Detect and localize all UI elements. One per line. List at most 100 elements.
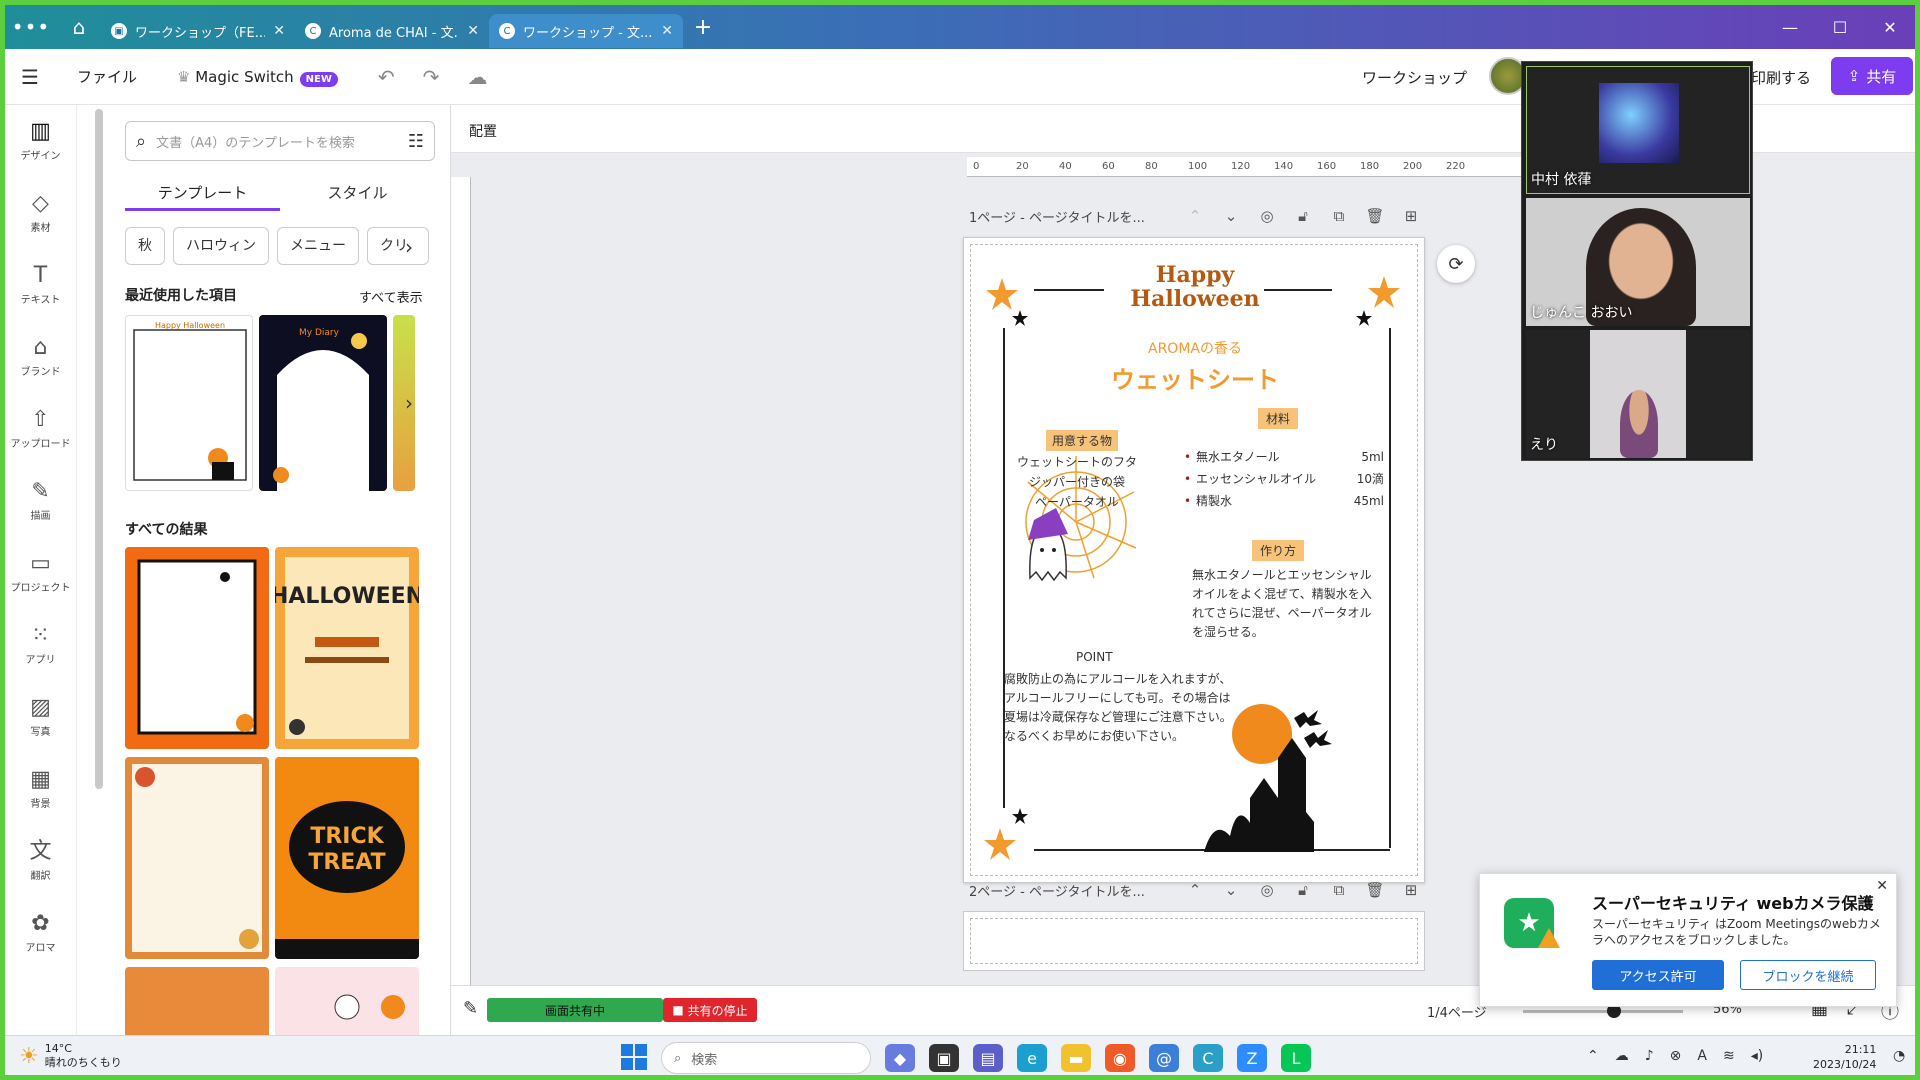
chip-halloween[interactable]: ハロウィン (173, 227, 269, 265)
new-tab-icon[interactable]: + (683, 15, 723, 40)
template-thumbnail[interactable]: HALLOWEEN (275, 547, 419, 749)
redo-icon[interactable]: ↷ (423, 65, 440, 89)
start-icon[interactable] (621, 1044, 647, 1070)
onedrive-icon[interactable]: ☁ (1615, 1048, 1629, 1064)
print-button[interactable]: 印刷する (1751, 67, 1811, 88)
point-text[interactable]: 腐敗防止の為にアルコールを入れますが、 アルコールフリーにしても可。その場合は … (1004, 670, 1254, 746)
chevron-right-icon[interactable]: › (405, 235, 429, 259)
lock-icon[interactable]: 🔓︎ (1285, 881, 1321, 899)
undo-icon[interactable]: ↶ (378, 65, 395, 89)
notification-bell-icon[interactable]: ◔ (1893, 1048, 1905, 1064)
rail-item[interactable]: ✎ 描画 (5, 465, 76, 537)
rail-item[interactable]: ▨ 写真 (5, 681, 76, 753)
template-thumbnail[interactable] (275, 967, 419, 1035)
maximize-icon[interactable]: ☐ (1815, 18, 1865, 37)
clock[interactable]: 21:11 2023/10/24 (1813, 1042, 1876, 1072)
add-page-icon[interactable]: ⊞ (1393, 881, 1429, 899)
materials-list[interactable]: • 無水エタノール 5ml • エッセンシャルオイル 10滴 • 精製水 45ml (1184, 446, 1384, 512)
trash-icon[interactable]: 🗑︎ (1357, 207, 1393, 225)
template-thumbnail[interactable] (125, 967, 269, 1035)
volume-icon[interactable]: ◂) (1751, 1048, 1764, 1064)
flyer-title-line1[interactable]: Happy (964, 262, 1426, 288)
zoom-icon[interactable]: Z (1237, 1044, 1267, 1072)
chevron-up-icon[interactable]: ⌃ (1587, 1048, 1599, 1064)
rail-item[interactable]: ⁙ アプリ (5, 609, 76, 681)
prepare-list[interactable]: ウェットシートのフタ ジッパー付きの袋 ペーパータオル (1002, 452, 1152, 512)
browser-tab[interactable]: C Aroma de CHAI - 文... ✕ (295, 14, 489, 48)
flyer-heading[interactable]: ウェットシート (964, 360, 1426, 395)
template-thumbnail[interactable]: TRICK TREAT (275, 757, 419, 959)
panel-scrollbar[interactable] (95, 109, 103, 789)
terminal-icon[interactable]: ▣ (929, 1044, 959, 1072)
chevron-down-icon[interactable]: ⌄ (1213, 207, 1249, 225)
hide-icon[interactable]: ◎ (1249, 207, 1285, 225)
design-page-2[interactable] (963, 911, 1425, 971)
chip-menu[interactable]: メニュー (277, 227, 359, 265)
zoom-slider[interactable] (1523, 1010, 1683, 1013)
duplicate-icon[interactable]: ⧉ (1321, 881, 1357, 899)
rail-item[interactable]: ⌂ ブランド (5, 321, 76, 393)
ime-icon[interactable]: A (1697, 1048, 1707, 1064)
close-icon[interactable]: ✕ (273, 23, 285, 39)
close-icon[interactable]: ✕ (467, 23, 479, 39)
line-icon[interactable]: L (1281, 1044, 1311, 1072)
chrome-icon[interactable]: C (1193, 1044, 1223, 1072)
page-title[interactable]: 1ページ - ページタイトルを... (969, 207, 1177, 226)
edge-icon[interactable]: e (1017, 1044, 1047, 1072)
rail-item[interactable]: ✿ アロマ (5, 897, 76, 969)
flyer-subtitle[interactable]: AROMAの香る (964, 338, 1426, 358)
more-icon[interactable]: ••• (5, 15, 57, 39)
close-icon[interactable]: ✕ (1876, 878, 1888, 894)
page-count[interactable]: 1/4ページ (1427, 1002, 1487, 1021)
participant-tile[interactable]: えり (1526, 330, 1750, 458)
close-window-icon[interactable]: ✕ (1865, 18, 1915, 37)
project-name[interactable]: ワークショップ (1362, 67, 1467, 88)
cloud-save-icon[interactable]: ☁ (467, 65, 487, 89)
method-label[interactable]: 作り方 (1252, 540, 1305, 561)
chip-autumn[interactable]: 秋 (125, 227, 165, 265)
design-page[interactable]: Happy Halloween AROMAの香る ウェットシート 材料 用意する… (963, 237, 1425, 883)
rail-item[interactable]: 文翻訳 (5, 825, 76, 897)
rail-item[interactable]: ◇ 素材 (5, 177, 76, 249)
chevron-up-icon[interactable]: ⌃ (1177, 207, 1213, 225)
security-icon[interactable]: ⊗ (1670, 1048, 1682, 1064)
file-menu[interactable]: ファイル (77, 66, 137, 87)
trash-icon[interactable]: 🗑︎ (1357, 881, 1393, 899)
rail-item[interactable]: ▦ 背景 (5, 753, 76, 825)
mail-icon[interactable]: @ (1149, 1044, 1179, 1072)
chevron-up-icon[interactable]: ⌃ (1177, 881, 1213, 899)
app-icon[interactable]: ◉ (1105, 1044, 1135, 1072)
microphone-icon[interactable]: ♪ (1645, 1048, 1654, 1064)
close-icon[interactable]: ✕ (661, 23, 673, 39)
lock-icon[interactable]: 🔓︎ (1285, 207, 1321, 225)
arrange-button[interactable]: 配置 (469, 121, 497, 141)
duplicate-icon[interactable]: ⧉ (1321, 207, 1357, 225)
weather-widget[interactable]: ☀ 14°C 晴れのちくもり (19, 1042, 122, 1070)
chevron-right-icon[interactable]: › (405, 391, 429, 415)
rail-item[interactable]: ⇧ アップロード (5, 393, 76, 465)
regenerate-icon[interactable]: ⟳ (1437, 245, 1475, 283)
template-search-input[interactable]: ⌕ 文書（A4）のテンプレートを検索 ☷ (125, 121, 435, 161)
magic-switch-button[interactable]: ♛ Magic Switch NEW (177, 68, 338, 87)
explorer-icon[interactable]: ▬ (1061, 1044, 1091, 1072)
browser-tab-active[interactable]: C ワークショップ - 文... ✕ (489, 14, 683, 48)
template-thumbnail[interactable] (125, 547, 269, 749)
rail-item[interactable]: ▭ プロジェクト (5, 537, 76, 609)
tab-templates[interactable]: テンプレート (125, 175, 280, 211)
participant-tile[interactable]: じゅんこ おおい (1526, 198, 1750, 326)
stop-sharing-button[interactable]: ■ 共有の停止 (663, 998, 757, 1022)
wifi-icon[interactable]: ≋ (1723, 1048, 1735, 1064)
tab-styles[interactable]: スタイル (280, 175, 435, 211)
browser-tab[interactable]: ▣ ワークショップ（FE... ✕ (101, 14, 295, 48)
hide-icon[interactable]: ◎ (1249, 881, 1285, 899)
keep-blocking-button[interactable]: ブロックを継続 (1740, 960, 1876, 990)
materials-label[interactable]: 材料 (1258, 408, 1299, 429)
notes-icon[interactable]: ✎ (463, 998, 478, 1019)
method-text[interactable]: 無水エタノールとエッセンシャルオイルをよく混ぜて、精製水を入れてさらに混ぜ、ペー… (1192, 566, 1382, 642)
template-thumbnail[interactable] (125, 757, 269, 959)
rail-item[interactable]: ▥ デザイン (5, 105, 76, 177)
add-page-icon[interactable]: ⊞ (1393, 207, 1429, 225)
filter-icon[interactable]: ☷ (408, 131, 424, 152)
participant-tile[interactable]: 中村 依葎 (1526, 66, 1750, 194)
prepare-label[interactable]: 用意する物 (1046, 430, 1119, 451)
